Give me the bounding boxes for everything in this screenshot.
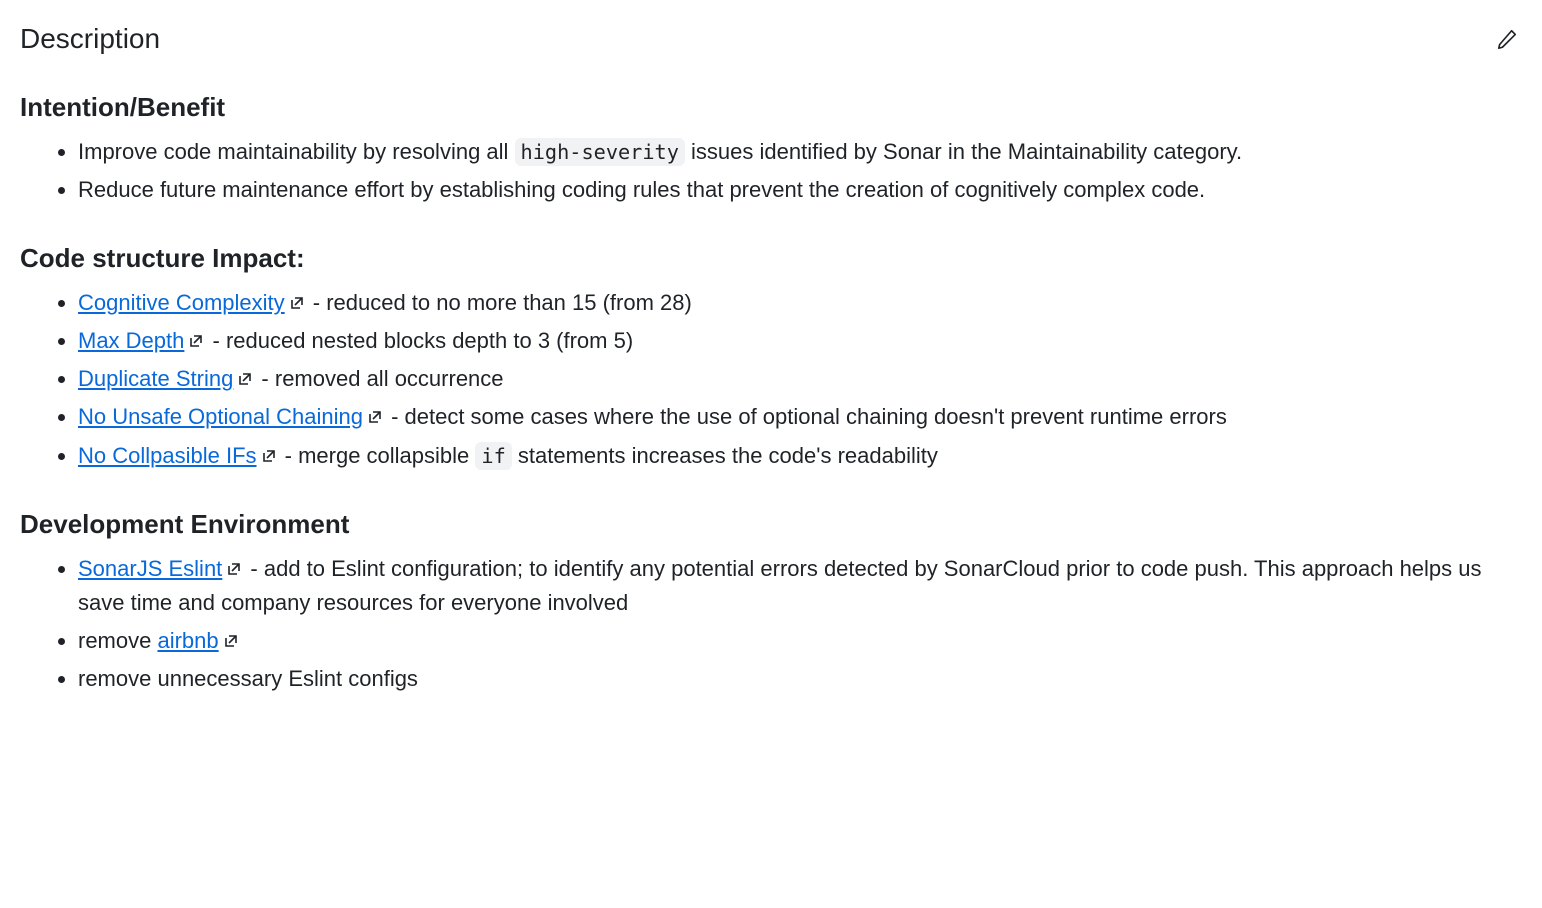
inline-code: if xyxy=(475,442,511,470)
section-heading: Development Environment xyxy=(20,505,1522,544)
pencil-icon xyxy=(1496,28,1518,50)
list-item: Max Depth - reduced nested blocks depth … xyxy=(78,324,1522,358)
section-intention: Intention/Benefit Improve code maintaina… xyxy=(20,88,1522,207)
list-item: No Collpasible IFs - merge collapsible i… xyxy=(78,439,1522,473)
section-impact: Code structure Impact: Cognitive Complex… xyxy=(20,239,1522,472)
section-heading: Code structure Impact: xyxy=(20,239,1522,278)
list-item: SonarJS Eslint - add to Eslint configura… xyxy=(78,552,1522,620)
description-header: Description xyxy=(20,18,1522,60)
external-link-icon xyxy=(188,333,204,349)
list-item: remove unnecessary Eslint configs xyxy=(78,662,1522,696)
external-link-icon xyxy=(223,633,239,649)
external-link-icon xyxy=(237,371,253,387)
impact-list: Cognitive Complexity - reduced to no mor… xyxy=(20,286,1522,472)
edit-button[interactable] xyxy=(1492,24,1522,54)
link-no-unsafe-optional-chaining[interactable]: No Unsafe Optional Chaining xyxy=(78,404,363,429)
section-devenv: Development Environment SonarJS Eslint -… xyxy=(20,505,1522,696)
page-title: Description xyxy=(20,18,160,60)
inline-code: high-severity xyxy=(515,138,685,166)
list-item: No Unsafe Optional Chaining - detect som… xyxy=(78,400,1522,434)
list-item: Cognitive Complexity - reduced to no mor… xyxy=(78,286,1522,320)
external-link-icon xyxy=(367,409,383,425)
list-item: Duplicate String - removed all occurrenc… xyxy=(78,362,1522,396)
external-link-icon xyxy=(226,561,242,577)
section-heading: Intention/Benefit xyxy=(20,88,1522,127)
list-item: remove airbnb xyxy=(78,624,1522,658)
list-item: Reduce future maintenance effort by esta… xyxy=(78,173,1522,207)
link-cognitive-complexity[interactable]: Cognitive Complexity xyxy=(78,290,285,315)
link-max-depth[interactable]: Max Depth xyxy=(78,328,184,353)
external-link-icon xyxy=(289,295,305,311)
intention-list: Improve code maintainability by resolvin… xyxy=(20,135,1522,207)
devenv-list: SonarJS Eslint - add to Eslint configura… xyxy=(20,552,1522,696)
link-airbnb[interactable]: airbnb xyxy=(157,628,218,653)
link-duplicate-string[interactable]: Duplicate String xyxy=(78,366,233,391)
external-link-icon xyxy=(261,448,277,464)
list-item: Improve code maintainability by resolvin… xyxy=(78,135,1522,169)
link-no-collapsible-ifs[interactable]: No Collpasible IFs xyxy=(78,443,257,468)
link-sonarjs-eslint[interactable]: SonarJS Eslint xyxy=(78,556,222,581)
